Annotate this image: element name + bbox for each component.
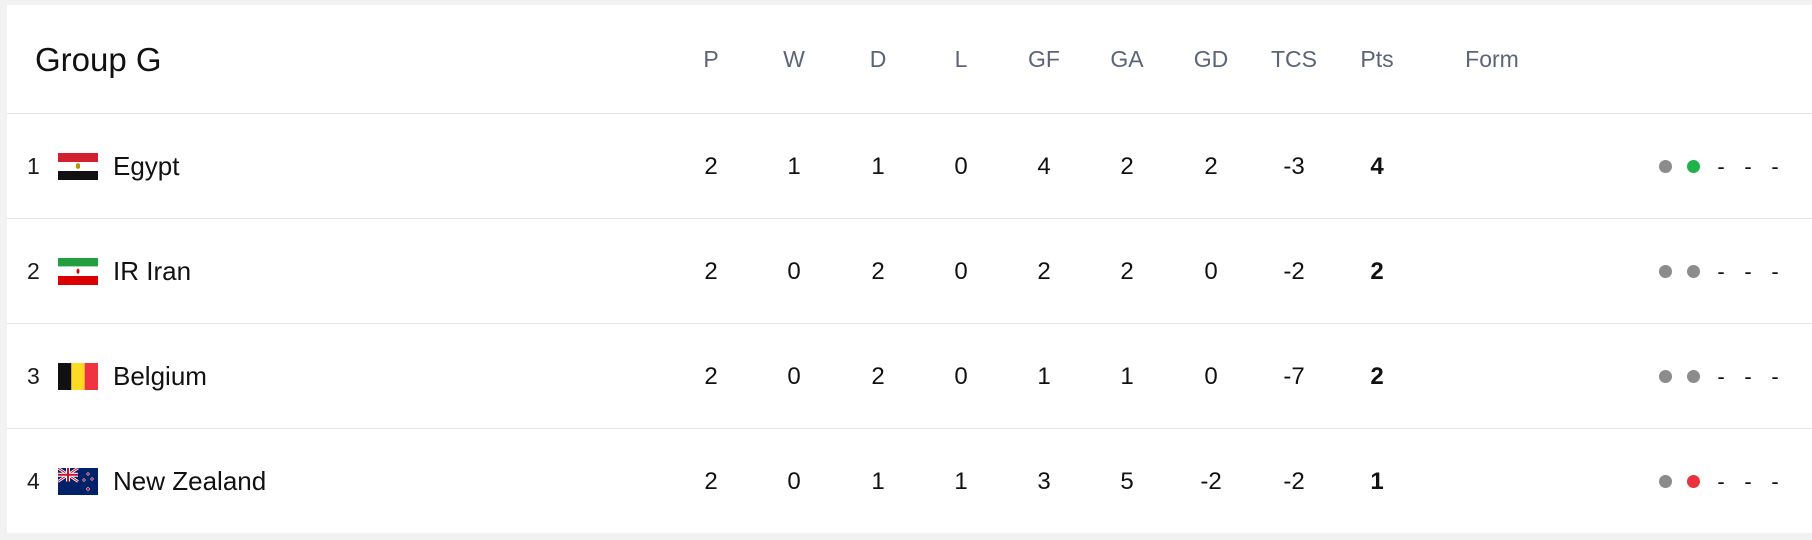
stat-won: 0 (787, 363, 801, 390)
form-guide: --- (1659, 429, 1796, 534)
stat-goals-against: 1 (1120, 363, 1134, 390)
form-guide: --- (1659, 324, 1796, 429)
col-header-points: Pts (1360, 46, 1394, 72)
col-header-goals-against: GA (1110, 46, 1144, 72)
team-position: 2 (27, 258, 40, 284)
stat-goals-for: 4 (1037, 153, 1051, 180)
form-result-loss-dot (1687, 475, 1700, 488)
stat-tcs: -3 (1283, 153, 1305, 180)
belgium-flag-icon (58, 363, 98, 390)
form-pending-match: - (1717, 469, 1725, 494)
stat-goals-for: 1 (1037, 363, 1051, 390)
form-result-draw-dot (1659, 370, 1672, 383)
form-pending-match: - (1744, 259, 1752, 284)
form-pending-match: - (1744, 364, 1752, 389)
team-name[interactable]: Belgium (113, 324, 207, 429)
form-pending-match: - (1717, 154, 1725, 179)
stat-goal-difference: 2 (1204, 153, 1218, 180)
new-zealand-flag-icon (58, 468, 98, 495)
stat-goal-difference: 0 (1204, 258, 1218, 285)
form-pending-match: - (1717, 259, 1725, 284)
form-pending-match: - (1717, 364, 1725, 389)
team-position: 1 (27, 153, 40, 179)
form-pending-match: - (1744, 154, 1752, 179)
stat-goals-for: 2 (1037, 258, 1051, 285)
stat-goals-for: 3 (1037, 468, 1051, 495)
stat-lost: 0 (954, 258, 968, 285)
col-header-played: P (703, 46, 719, 72)
team-name[interactable]: Egypt (113, 114, 180, 219)
stat-played: 2 (704, 468, 718, 495)
form-result-draw-dot (1659, 265, 1672, 278)
form-result-draw-dot (1659, 475, 1672, 488)
col-header-lost: L (954, 46, 968, 72)
form-guide: --- (1659, 219, 1796, 324)
stat-goal-difference: -2 (1200, 468, 1222, 495)
form-pending-match: - (1771, 259, 1779, 284)
stat-goals-against: 5 (1120, 468, 1134, 495)
form-result-draw-dot (1659, 160, 1672, 173)
form-result-win-dot (1687, 160, 1700, 173)
stat-points: 1 (1370, 468, 1384, 495)
col-header-tcs: TCS (1271, 46, 1317, 72)
standings-header: Group G P W D L GF GA GD TCS Pts Form (7, 5, 1812, 114)
group-title: Group G (35, 41, 162, 78)
form-guide: --- (1659, 114, 1796, 219)
stat-drawn: 2 (871, 363, 885, 390)
stat-tcs: -2 (1283, 258, 1305, 285)
stat-won: 0 (787, 258, 801, 285)
egypt-flag-icon (58, 153, 98, 180)
stat-lost: 1 (954, 468, 968, 495)
form-pending-match: - (1744, 469, 1752, 494)
team-position: 4 (27, 468, 40, 494)
stat-lost: 0 (954, 363, 968, 390)
stat-drawn: 2 (871, 258, 885, 285)
stat-lost: 0 (954, 153, 968, 180)
stat-played: 2 (704, 153, 718, 180)
stat-played: 2 (704, 258, 718, 285)
team-name[interactable]: IR Iran (113, 219, 191, 324)
form-pending-match: - (1771, 469, 1779, 494)
form-pending-match: - (1771, 154, 1779, 179)
team-position: 3 (27, 363, 40, 389)
stat-goal-difference: 0 (1204, 363, 1218, 390)
col-header-won: W (783, 46, 805, 72)
table-row[interactable]: 1 Egypt 2 1 1 0 4 2 2 -3 4 --- (7, 114, 1812, 219)
form-result-draw-dot (1687, 265, 1700, 278)
stat-drawn: 1 (871, 153, 885, 180)
team-name[interactable]: New Zealand (113, 429, 266, 534)
col-header-form: Form (1465, 46, 1519, 72)
col-header-goals-for: GF (1028, 46, 1060, 72)
iran-flag-icon (58, 258, 98, 285)
stat-played: 2 (704, 363, 718, 390)
form-result-draw-dot (1687, 370, 1700, 383)
table-row[interactable]: 4 New Zealand 2 0 1 1 3 5 -2 -2 1 --- (7, 429, 1812, 534)
stat-tcs: -7 (1283, 363, 1305, 390)
stat-goals-against: 2 (1120, 258, 1134, 285)
col-header-drawn: D (869, 46, 887, 72)
group-standings-card: Group G P W D L GF GA GD TCS Pts Form 1 … (7, 5, 1812, 533)
table-row[interactable]: 3 Belgium 2 0 2 0 1 1 0 -7 2 --- (7, 324, 1812, 429)
stat-tcs: -2 (1283, 468, 1305, 495)
stat-points: 2 (1370, 258, 1384, 285)
stat-won: 0 (787, 468, 801, 495)
stat-won: 1 (787, 153, 801, 180)
stat-points: 4 (1370, 153, 1384, 180)
table-row[interactable]: 2 IR Iran 2 0 2 0 2 2 0 -2 2 --- (7, 219, 1812, 324)
stat-points: 2 (1370, 363, 1384, 390)
stat-goals-against: 2 (1120, 153, 1134, 180)
form-pending-match: - (1771, 364, 1779, 389)
stat-drawn: 1 (871, 468, 885, 495)
col-header-goal-difference: GD (1193, 46, 1229, 72)
